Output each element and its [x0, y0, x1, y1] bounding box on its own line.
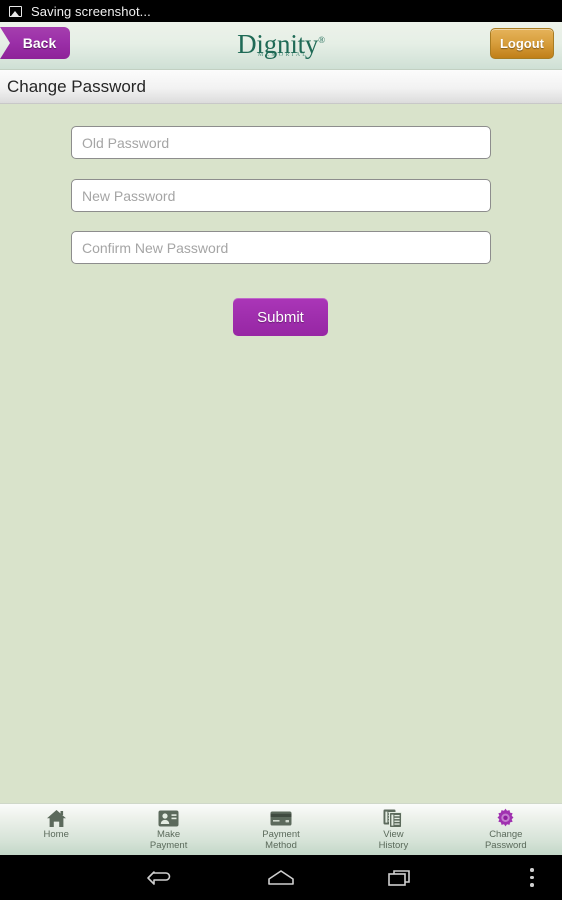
- submit-button[interactable]: Submit: [233, 298, 328, 336]
- back-button-label: Back: [22, 35, 57, 51]
- back-arrow-icon[interactable]: [120, 855, 200, 900]
- confirm-new-password-input[interactable]: Confirm New Password: [71, 231, 491, 264]
- logo-subtitle: MEMORIAL: [257, 52, 309, 58]
- overflow-menu-icon[interactable]: [512, 855, 552, 900]
- confirm-new-password-placeholder: Confirm New Password: [82, 239, 229, 256]
- app-root: Saving screenshot... Back Dignity® MEMOR…: [0, 0, 562, 900]
- logo-text: Dignity: [237, 29, 319, 59]
- submit-button-label: Submit: [257, 308, 304, 326]
- menu-dot: [530, 875, 534, 880]
- page-title: Change Password: [7, 76, 146, 96]
- android-status-bar: Saving screenshot...: [0, 0, 562, 22]
- dignity-memorial-logo: Dignity® MEMORIAL: [0, 25, 562, 59]
- main-content: Old Password New Password Confirm New Pa…: [0, 105, 562, 803]
- logout-button[interactable]: Logout: [490, 28, 554, 59]
- page-title-bar: Change Password: [0, 70, 562, 104]
- new-password-input[interactable]: New Password: [71, 179, 491, 212]
- logout-button-label: Logout: [499, 36, 545, 51]
- menu-dot: [530, 868, 534, 872]
- tab-home-label: Home: [43, 829, 69, 840]
- status-bar-text: Saving screenshot...: [31, 3, 151, 19]
- new-password-placeholder: New Password: [82, 187, 176, 204]
- old-password-input[interactable]: Old Password: [71, 126, 491, 159]
- app-header: Back Dignity® MEMORIAL Logout: [0, 22, 562, 70]
- tab-make-payment[interactable]: Make Payment: [112, 804, 224, 855]
- screenshot-image-icon: [9, 5, 22, 17]
- back-button[interactable]: Back: [0, 27, 70, 59]
- recents-icon[interactable]: [361, 855, 441, 900]
- tab-view-history-label: View History: [378, 829, 409, 851]
- android-nav-bar: [0, 855, 562, 900]
- registered-trademark-icon: ®: [318, 35, 325, 45]
- home-pentagon-icon[interactable]: [241, 855, 321, 900]
- logo-wordmark: Dignity®: [237, 25, 325, 59]
- menu-dot: [530, 883, 534, 887]
- tab-make-payment-label: Make Payment: [149, 829, 188, 851]
- tab-payment-method-label: Payment Method: [262, 829, 300, 851]
- id-card-icon: [158, 808, 180, 828]
- tab-view-history[interactable]: View History: [337, 804, 449, 855]
- tab-payment-method[interactable]: Payment Method: [225, 804, 337, 855]
- tab-change-password[interactable]: Change Password: [450, 804, 562, 855]
- old-password-placeholder: Old Password: [82, 134, 170, 151]
- bottom-tab-bar: Home Make Payment Payment Method View Histo…: [0, 803, 562, 855]
- tab-home[interactable]: Home: [0, 804, 112, 855]
- credit-card-icon: [270, 808, 292, 828]
- tab-change-password-label: Change Password: [484, 829, 527, 851]
- home-icon: [45, 808, 67, 828]
- documents-icon: [382, 808, 404, 828]
- gear-icon: [495, 808, 517, 828]
